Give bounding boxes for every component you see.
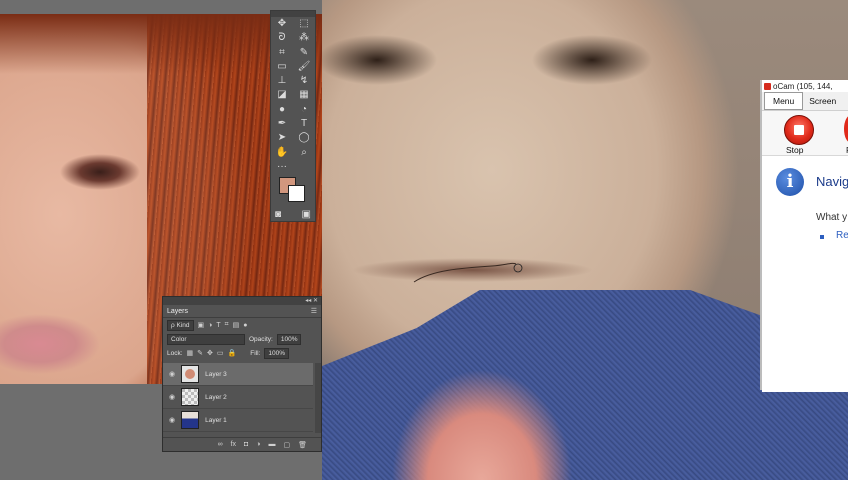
link-text[interactable]: Re [836,230,848,241]
type-icon[interactable]: T [293,117,315,131]
move-icon[interactable]: ✥ [271,17,293,31]
collapse-icon[interactable]: ◂◂ [305,297,311,305]
lock-label: Lock: [167,349,183,357]
panel-menu-icon[interactable]: ☰ [311,307,317,315]
layer-name: Layer 3 [205,370,227,378]
color-swatches [279,177,309,203]
tools-panel: ✥ ⬚ ᘐ ⁂ ⌗ ✎ ▭ 🖌 ⊥ ↯ ◪ ▦ ● ◔ ✒ T ➤ ◯ ✋ ⌕ ··· ◙ ▣ [270,10,316,222]
brush-stroke [413,262,523,283]
close-icon[interactable]: ✕ [313,297,318,305]
screen-mode-icon[interactable]: ▣ [302,209,311,220]
zoom-icon[interactable]: ⌕ [293,146,315,160]
visibility-eye-icon[interactable]: ◉ [169,416,175,424]
navigate-heading: Navig [816,174,848,189]
tools-grid: ✥ ⬚ ᘐ ⁂ ⌗ ✎ ▭ 🖌 ⊥ ↯ ◪ ▦ ● ◔ ✒ T ➤ ◯ ✋ ⌕ ··· [271,17,315,174]
eyedropper-icon[interactable]: ✎ [293,46,315,60]
visibility-eye-icon[interactable]: ◉ [169,393,175,401]
ocam-window: oCam (105, 144, Menu Screen Stop P i Nav… [760,80,848,392]
healing-icon[interactable]: ▭ [271,60,293,74]
ocam-menubar: Menu Screen [762,92,848,111]
ocam-content: i Navig What y Re [762,156,848,392]
layers-footer: ∞ fx ◘ ◑ ▬ ▢ 🗑 [163,437,321,451]
bullet-icon [820,235,824,239]
lasso-icon[interactable]: ᘐ [271,31,293,45]
magic-wand-icon[interactable]: ⁂ [293,31,315,45]
stop-record-icon[interactable] [784,115,814,145]
lock-row: Lock: ▦ ✎ ✥ ▭ 🔒 Fill: 100% [163,346,321,360]
path-select-icon[interactable]: ➤ [271,131,293,145]
mode-row: ◙ ▣ [275,209,311,220]
opacity-label: Opacity: [249,335,273,343]
filter-type-icon[interactable]: T [216,322,220,329]
crop-icon[interactable]: ⌗ [271,46,293,60]
edit-toolbar-icon[interactable] [293,160,315,174]
adjustment-layer-icon[interactable]: ◑ [256,441,260,448]
brush-icon[interactable]: 🖌 [293,60,315,74]
filter-toggle-icon[interactable]: ● [243,322,247,329]
stamp-icon[interactable]: ⊥ [271,74,293,88]
layer-name: Layer 1 [205,416,227,424]
layer-row[interactable]: ◉ Layer 3 [163,363,313,386]
fill-label: Fill: [250,349,261,357]
layers-list: ◉ Layer 3 ◉ Layer 2 ◉ Layer 1 [163,363,313,432]
lock-position-icon[interactable]: ✥ [207,349,213,357]
layer-thumbnail [181,411,200,429]
fill-input[interactable]: 100% [264,347,289,359]
layer-thumbnail [181,365,200,383]
info-icon: i [776,168,804,196]
opacity-input[interactable]: 100% [276,333,302,345]
delete-layer-icon[interactable]: 🗑 [298,441,307,449]
blend-mode-select[interactable]: Color [167,333,245,345]
gradient-icon[interactable]: ▦ [293,88,315,102]
layer-name: Layer 2 [205,393,227,401]
layer-style-icon[interactable]: fx [231,441,236,448]
link-layers-icon[interactable]: ∞ [218,441,223,448]
layer-row[interactable]: ◉ Layer 2 [163,386,313,409]
menu-button[interactable]: Menu [764,92,804,110]
what-text: What y [816,212,848,223]
layers-tab-row: Layers ☰ [163,305,321,318]
screen-menu-item[interactable]: Screen [803,92,842,110]
background-color-swatch[interactable] [288,185,305,202]
blend-row: Color Opacity: 100% [163,332,321,346]
layer-row[interactable]: ◉ Layer 1 [163,409,313,432]
filter-pixel-icon[interactable]: ▣ [198,321,205,329]
ocam-titlebar[interactable]: oCam (105, 144, [762,80,848,92]
eraser-icon[interactable]: ◪ [271,88,293,102]
add-mask-icon[interactable]: ◘ [244,441,248,448]
blur-icon[interactable]: ● [271,103,293,117]
more-icon[interactable]: ··· [271,160,293,174]
lock-all-icon[interactable]: 🔒 [228,349,237,357]
shape-icon[interactable]: ◯ [293,131,315,145]
layer-thumbnail [181,388,200,406]
filter-row: ρ Kind ▣ ◑ T ⌗ ▤ ● [163,318,321,332]
filter-shape-icon[interactable]: ⌗ [225,321,229,329]
layers-scrollbar[interactable] [315,363,321,433]
lock-artboard-icon[interactable]: ▭ [217,349,224,357]
ocam-toolbar: Stop P [762,111,848,156]
kind-filter-select[interactable]: ρ Kind [167,319,194,331]
layers-panel-titlebar[interactable]: ◂◂ ✕ [163,297,321,305]
layers-panel: ◂◂ ✕ Layers ☰ ρ Kind ▣ ◑ T ⌗ ▤ ● Color O… [162,296,322,452]
dodge-icon[interactable]: ◔ [293,103,315,117]
filter-adjustment-icon[interactable]: ◑ [208,322,212,329]
lock-image-icon[interactable]: ✎ [197,349,203,357]
quick-mask-icon[interactable]: ◙ [275,209,281,220]
history-brush-icon[interactable]: ↯ [293,74,315,88]
new-layer-icon[interactable]: ▢ [283,441,290,449]
ocam-title: oCam (105, 144, [773,81,833,91]
pause-record-icon[interactable] [844,115,848,143]
tab-layers[interactable]: Layers [167,308,188,315]
filter-smart-icon[interactable]: ▤ [233,321,240,329]
lock-transparent-icon[interactable]: ▦ [187,349,194,357]
new-group-icon[interactable]: ▬ [268,441,275,448]
stop-button-label[interactable]: Stop [786,145,804,155]
ocam-app-icon [764,82,771,90]
marquee-icon[interactable]: ⬚ [293,17,315,31]
pen-icon[interactable]: ✒ [271,117,293,131]
hand-icon[interactable]: ✋ [271,146,293,160]
visibility-eye-icon[interactable]: ◉ [169,370,175,378]
